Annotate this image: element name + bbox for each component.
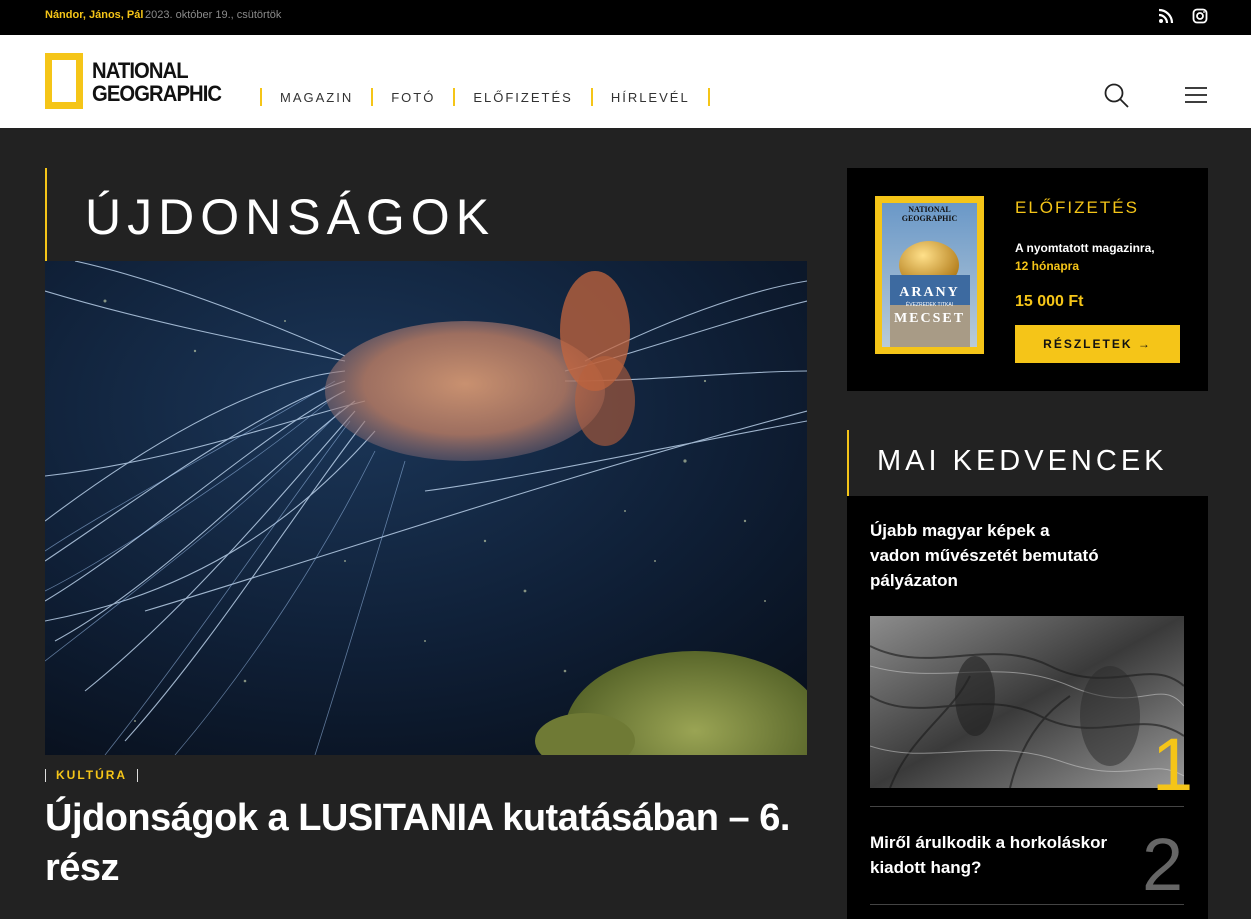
cover-logo-2: GEOGRAPHIC (902, 214, 958, 223)
details-button[interactable]: RÉSZLETEK → (1015, 325, 1180, 363)
hamburger-menu-icon[interactable] (1185, 86, 1207, 104)
elephant-photo (870, 616, 1184, 788)
logo-line-2: GEOGRAPHIC (92, 81, 222, 106)
current-date: 2023. október 19., csütörtök (145, 9, 282, 21)
favourite-rank: 2 (1142, 823, 1184, 906)
magazine-cover[interactable]: NATIONAL GEOGRAPHIC ARANY ÉVEZREDEK TITK… (875, 196, 984, 354)
category-label: KULTÚRA (56, 768, 128, 782)
article-title[interactable]: Újdonságok a LUSITANIA kutatásában – 6. … (45, 793, 805, 893)
favourite-item-title[interactable]: Miről árulkodik a horkoláskor kiadott ha… (870, 830, 1110, 880)
favourites-divider (870, 904, 1184, 905)
main-nav: MAGAZIN FOTÓ ELŐFIZETÉS HÍRLEVÉL (260, 87, 710, 107)
nav-item-foto[interactable]: FOTÓ (373, 90, 453, 105)
subscription-label: ELŐFIZETÉS (1015, 198, 1139, 217)
favourite-item-title[interactable]: Újabb magyar képek a vadon művészetét be… (870, 518, 1100, 593)
logo-line-1: NATIONAL (92, 58, 189, 83)
cover-logo-1: NATIONAL (908, 205, 951, 214)
search-icon[interactable] (1103, 82, 1129, 108)
magazine-cover-image: NATIONAL GEOGRAPHIC ARANY ÉVEZREDEK TITK… (882, 203, 977, 347)
nav-item-elofizetes[interactable]: ELŐFIZETÉS (455, 90, 590, 105)
subscription-box: NATIONAL GEOGRAPHIC ARANY ÉVEZREDEK TITK… (847, 168, 1208, 391)
nav-divider (707, 88, 710, 106)
top-bar: Nándor, János, Pál 2023. október 19., cs… (0, 0, 1251, 35)
category-divider (137, 768, 139, 782)
category-tag[interactable]: KULTÚRA (45, 768, 139, 782)
subscription-price: 15 000 Ft (1015, 293, 1084, 310)
favourites-title: MAI KEDVENCEK (877, 445, 1168, 477)
subscription-description: A nyomtatott magazinra, (1015, 241, 1155, 255)
favourite-rank: 1 (1152, 723, 1194, 806)
name-days: Nándor, János, Pál (45, 9, 144, 21)
rss-icon[interactable] (1158, 8, 1174, 24)
instagram-icon[interactable] (1192, 8, 1208, 24)
cover-subtitle: ÉVEZREDEK TITKAI (906, 301, 953, 308)
favourites-list: Újabb magyar képek a vadon művészetét be… (847, 496, 1208, 919)
jellyfish-photo (45, 261, 807, 755)
site-header: NATIONAL GEOGRAPHIC MAGAZIN FOTÓ ELŐFIZE… (0, 35, 1251, 128)
cover-word-1: ARANY (899, 285, 960, 300)
site-logo[interactable]: NATIONAL GEOGRAPHIC (92, 58, 222, 106)
section-header: ÚJDONSÁGOK (45, 168, 489, 261)
nav-item-magazin[interactable]: MAGAZIN (262, 90, 371, 105)
favourite-item-image[interactable] (870, 616, 1184, 788)
hero-image[interactable] (45, 261, 807, 755)
favourites-header: MAI KEDVENCEK (847, 430, 1208, 496)
subscription-duration: 12 hónapra (1015, 259, 1080, 273)
nav-item-hirlevel[interactable]: HÍRLEVÉL (593, 90, 708, 105)
favourites-divider (870, 806, 1184, 807)
section-title: ÚJDONSÁGOK (85, 189, 496, 245)
cover-word-2: MECSET (894, 311, 965, 326)
logo-frame-icon[interactable] (45, 53, 83, 109)
